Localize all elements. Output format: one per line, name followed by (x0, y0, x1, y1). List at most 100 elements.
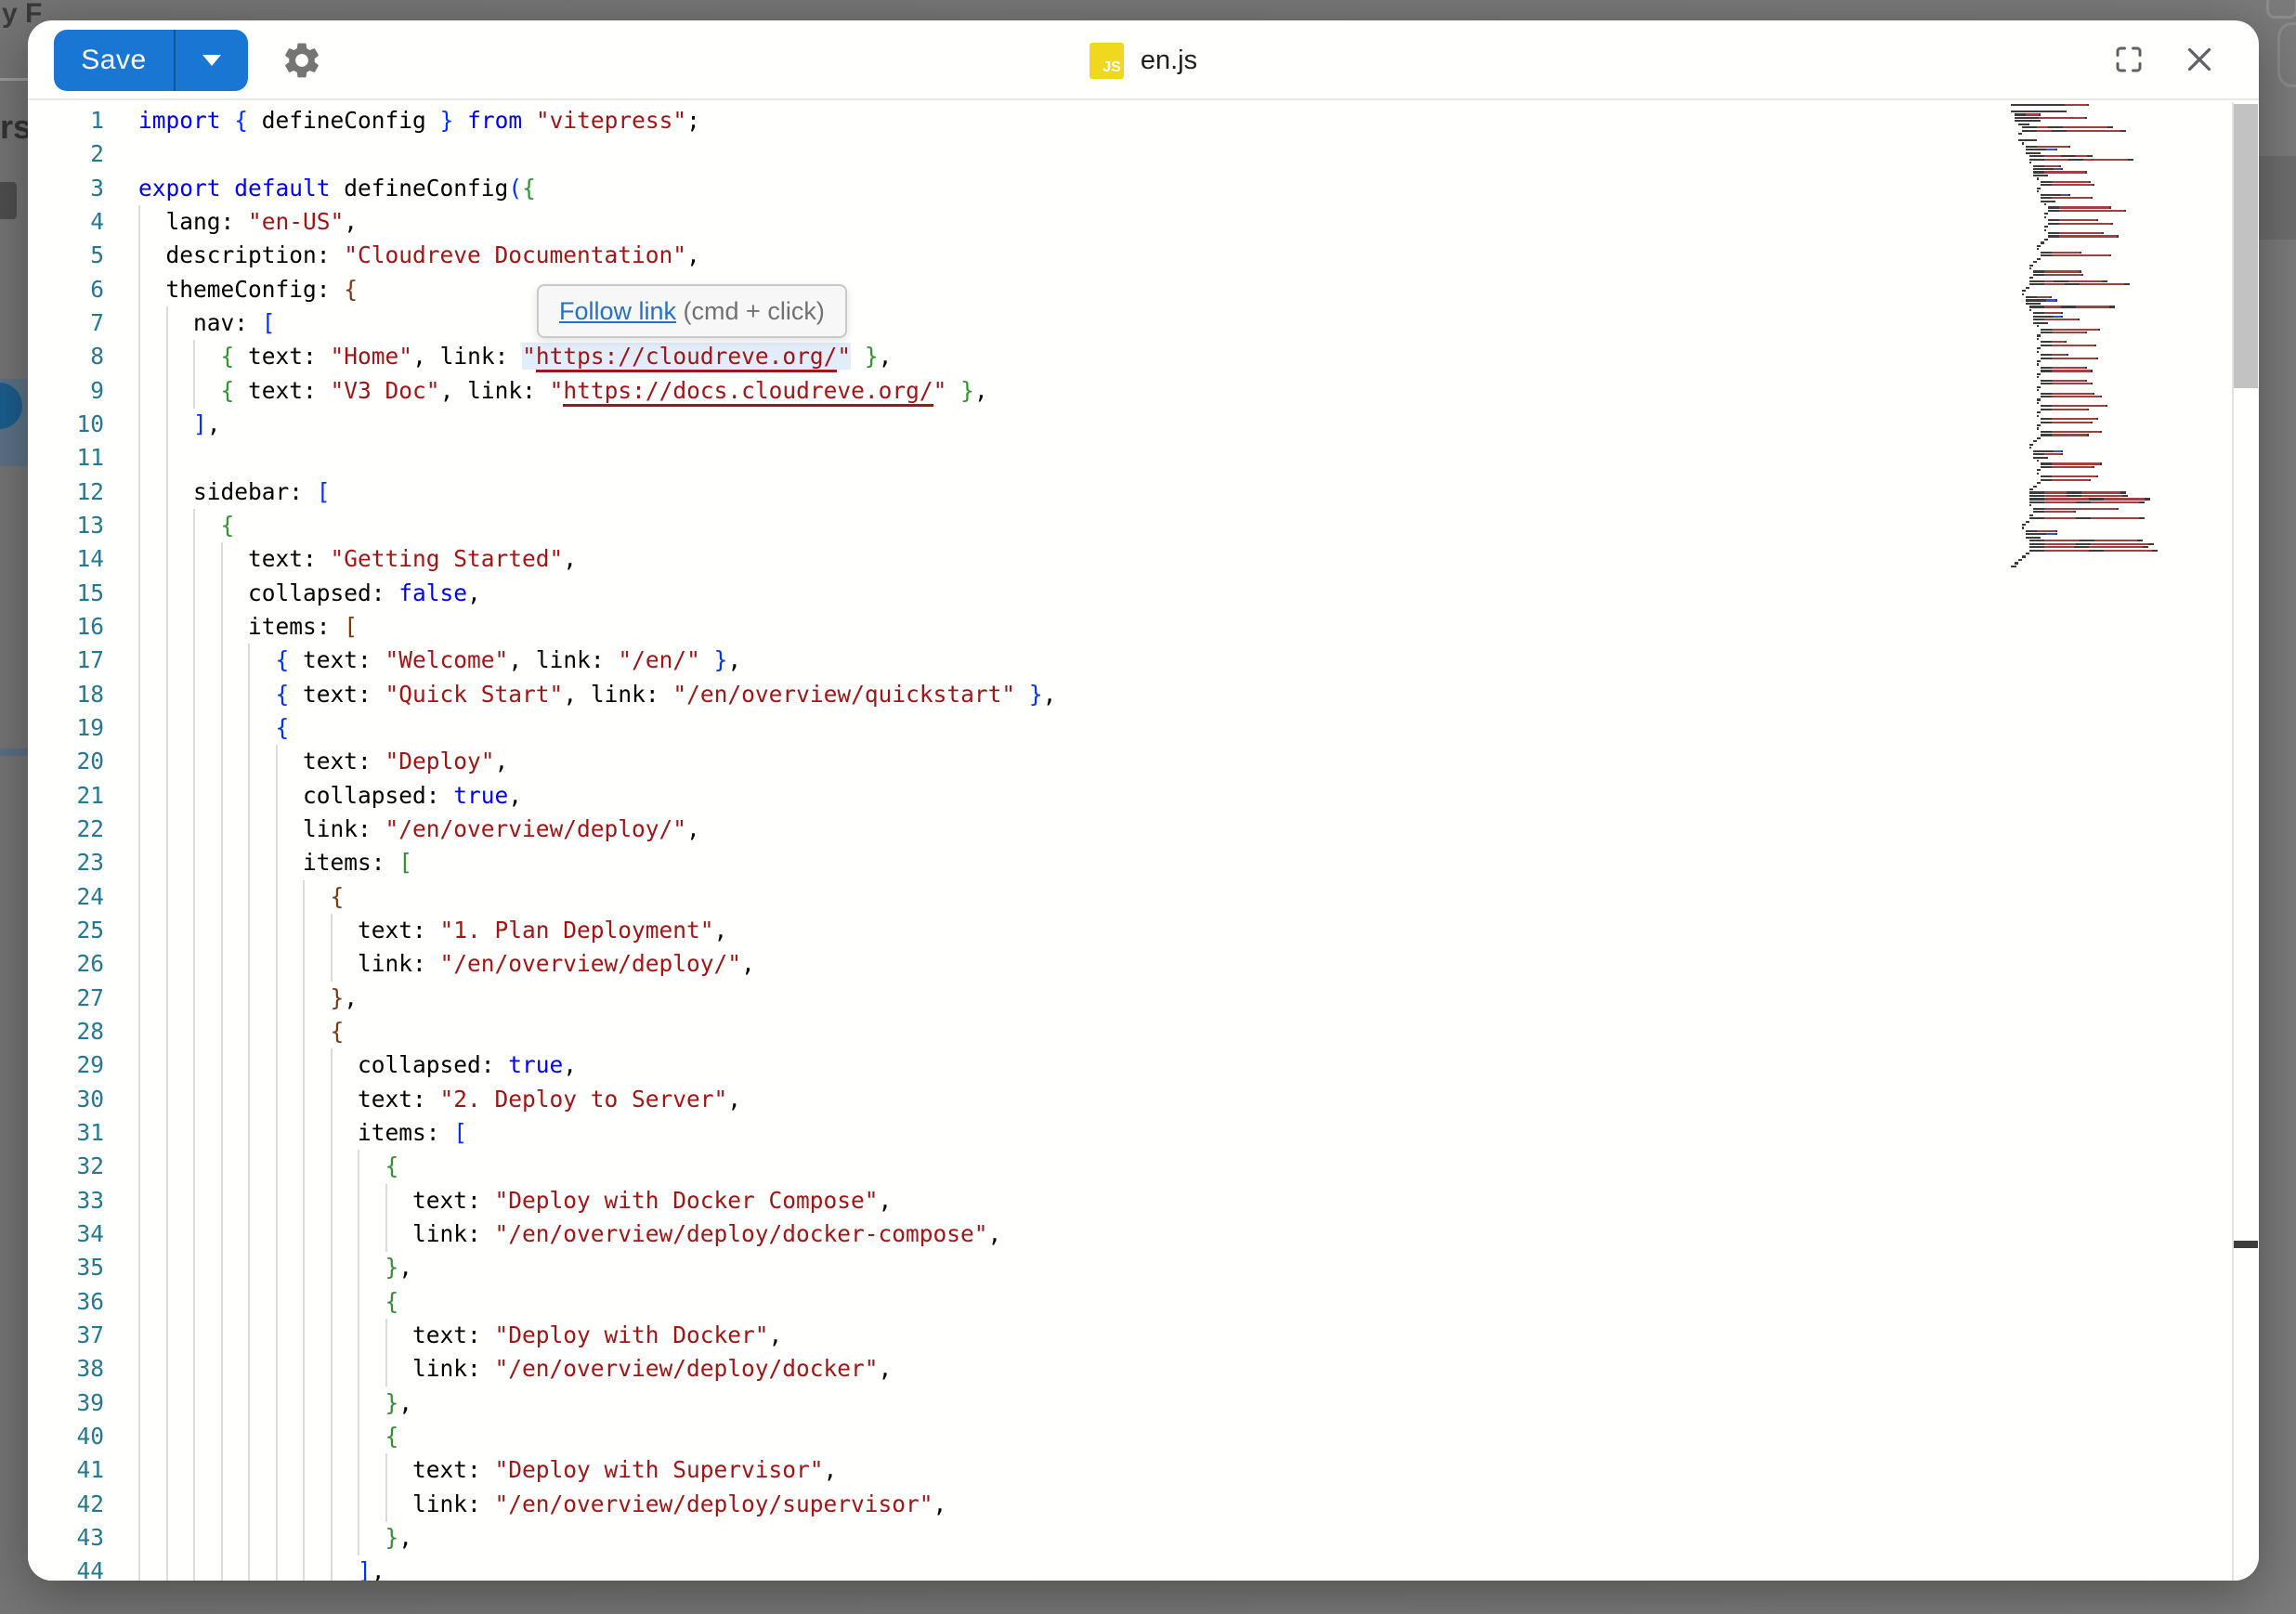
minimap-row (2026, 287, 2029, 289)
code-line: 42 link: "/en/overview/deploy/supervisor… (28, 1488, 2259, 1522)
minimap[interactable] (2011, 104, 2232, 1579)
minimap-row (2037, 411, 2041, 413)
code-editor-modal: Save JS en.js (28, 20, 2259, 1581)
minimap-row (2033, 322, 2048, 324)
scrollbar-thumb[interactable] (2234, 104, 2258, 388)
code-line: 9 { text: "V3 Doc", link: "https://docs.… (28, 374, 2259, 409)
line-number: 44 (28, 1555, 104, 1581)
minimap-row (2041, 466, 2094, 468)
line-number: 25 (28, 914, 104, 947)
minimap-row (2033, 168, 2063, 170)
url-link[interactable]: https://cloudreve.org/ (536, 343, 838, 372)
minimap-row (2041, 332, 2087, 333)
code-text: collapsed: true, (138, 779, 522, 813)
line-number: 28 (28, 1015, 104, 1048)
minimap-row (2037, 245, 2041, 247)
minimap-row (2037, 188, 2041, 189)
code-line: 16 items: [ (28, 610, 2259, 644)
code-text: collapsed: false, (138, 577, 481, 610)
code-text: link: "/en/overview/deploy/supervisor", (138, 1488, 946, 1521)
code-line: 25 text: "1. Plan Deployment", (28, 914, 2259, 948)
code-text: }, (138, 1251, 412, 1284)
code-line: 28 { (28, 1015, 2259, 1049)
minimap-row (2029, 550, 2158, 552)
code-text: themeConfig: { (138, 273, 358, 306)
background-sidebar-text-fragment: rs (0, 108, 32, 147)
settings-button[interactable] (280, 39, 323, 82)
line-number: 4 (28, 205, 104, 239)
minimap-row (2037, 460, 2039, 462)
minimap-row (2033, 319, 2080, 320)
minimap-row (2029, 543, 2154, 545)
close-button[interactable] (2183, 43, 2216, 76)
save-split-button[interactable]: Save (54, 30, 248, 91)
minimap-row (2033, 261, 2037, 263)
save-button[interactable]: Save (54, 30, 174, 91)
minimap-row (2048, 223, 2113, 225)
code-line: 34 link: "/en/overview/deploy/docker-com… (28, 1217, 2259, 1252)
follow-link-action[interactable]: Follow link (559, 297, 676, 326)
minimap-row (2041, 380, 2087, 382)
link-hover-tooltip: Follow link (cmd + click) (537, 284, 847, 338)
code-line: 13 { (28, 509, 2259, 543)
line-number: 16 (28, 610, 104, 644)
code-text: { text: "V3 Doc", link: "https://docs.cl… (138, 374, 988, 408)
minimap-row (2041, 367, 2087, 369)
minimap-row (2026, 537, 2041, 539)
code-line: 21 collapsed: true, (28, 779, 2259, 814)
code-line: 41 text: "Deploy with Supervisor", (28, 1453, 2259, 1488)
fullscreen-button[interactable] (2112, 43, 2146, 76)
save-dropdown-button[interactable] (174, 30, 248, 91)
minimap-row (2041, 393, 2094, 395)
screen: y F rs Save JS en.js (0, 0, 2296, 1614)
code-text: link: "/en/overview/deploy/", (138, 947, 755, 981)
minimap-row (2029, 514, 2033, 516)
minimap-row (2044, 216, 2046, 218)
line-number: 32 (28, 1150, 104, 1183)
code-text: items: [ (138, 846, 412, 879)
minimap-row (2022, 142, 2024, 144)
line-number: 19 (28, 711, 104, 745)
minimap-row (2033, 316, 2063, 318)
minimap-row (2037, 386, 2041, 388)
minimap-row (2041, 241, 2044, 243)
code-text: collapsed: true, (138, 1048, 577, 1082)
tooltip-hint: (cmd + click) (676, 297, 825, 326)
code-text: { text: "Welcome", link: "/en/" }, (138, 644, 741, 677)
minimap-row (2048, 232, 2104, 234)
line-number: 30 (28, 1083, 104, 1116)
code-text: items: [ (138, 610, 358, 644)
code-line: 30 text: "2. Deploy to Server", (28, 1083, 2259, 1117)
minimap-row (2018, 139, 2037, 141)
minimap-row (2029, 267, 2031, 269)
minimap-row (2033, 312, 2063, 314)
code-line: 40 { (28, 1420, 2259, 1454)
url-link[interactable]: https://docs.cloudreve.org/ (563, 377, 933, 407)
code-line: 10 ], (28, 408, 2259, 442)
minimap-row (2041, 370, 2093, 371)
code-editor[interactable]: 1import { defineConfig } from "vitepress… (28, 102, 2259, 1581)
minimap-row (2022, 130, 2126, 132)
code-text: text: "1. Plan Deployment", (138, 914, 727, 947)
line-number: 38 (28, 1352, 104, 1386)
minimap-row (2037, 373, 2041, 375)
minimap-row (2048, 206, 2111, 208)
file-name: en.js (1141, 46, 1197, 76)
code-line: 6 themeConfig: { (28, 273, 2259, 307)
chevron-down-icon (202, 55, 221, 66)
minimap-row (2033, 274, 2083, 276)
minimap-row (2037, 482, 2041, 484)
minimap-row (2026, 521, 2029, 523)
minimap-row (2022, 527, 2024, 528)
code-text: }, (138, 1521, 412, 1555)
code-line: 24 { (28, 880, 2259, 915)
code-text: { (138, 509, 234, 542)
minimap-row (2011, 566, 2016, 567)
code-text: link: "/en/overview/deploy/", (138, 813, 700, 846)
minimap-row (2044, 229, 2046, 231)
line-number: 27 (28, 982, 104, 1015)
minimap-row (2026, 303, 2041, 305)
minimap-row (2029, 447, 2031, 449)
minimap-row (2037, 469, 2041, 471)
minimap-row (2041, 434, 2089, 436)
